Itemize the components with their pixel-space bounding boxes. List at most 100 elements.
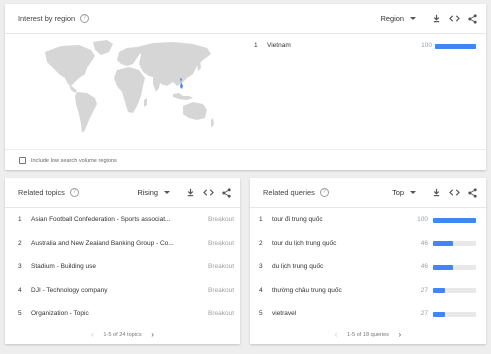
- topic-label: Australia and New Zealand Banking Group …: [31, 239, 174, 247]
- related-queries-card: Related queries ? Top 1 tour đi trung qu…: [250, 178, 486, 344]
- query-label: tour đi trung quốc: [272, 216, 323, 223]
- topic-row[interactable]: 2 Australia and New Zealand Banking Grou…: [5, 232, 240, 256]
- map-south-america: [75, 92, 97, 133]
- topic-breakout: Breakout: [208, 310, 235, 317]
- topic-row[interactable]: 3 Stadium - Building use Breakout: [5, 255, 240, 279]
- query-row[interactable]: 5 vietravel 27: [250, 302, 486, 326]
- query-bar-track: [433, 264, 476, 270]
- interest-by-region-header: Interest by region ? Region: [5, 4, 486, 34]
- query-label: tour du lịch trung quốc: [272, 239, 337, 247]
- query-value: 46: [420, 263, 428, 270]
- query-rank: 2: [259, 239, 263, 247]
- query-row[interactable]: 3 du lịch trung quốc 46: [250, 255, 486, 279]
- topic-label: Stadium - Building use: [31, 263, 97, 270]
- related-topics-card: Related topics ? Rising 1 Asian Football…: [5, 178, 240, 344]
- chevron-left-icon[interactable]: ‹: [91, 330, 94, 339]
- queries-sort-dropdown[interactable]: Top: [392, 188, 416, 197]
- region-resolution-dropdown[interactable]: Region: [381, 14, 416, 23]
- topic-rank: 5: [18, 310, 22, 317]
- chevron-down-icon: [164, 191, 170, 194]
- region-name: Vietnam: [267, 42, 291, 49]
- topic-rank: 1: [18, 216, 22, 223]
- related-topics-title: Related topics: [18, 188, 65, 197]
- query-rank: 5: [259, 310, 263, 317]
- query-bar-track: [433, 288, 476, 293]
- query-bar-track: [433, 217, 476, 223]
- topic-label: Organization - Topic: [31, 310, 89, 317]
- region-row[interactable]: 1 Vietnam 100: [254, 34, 486, 58]
- chevron-left-icon[interactable]: ‹: [335, 330, 338, 339]
- map-central-america: [69, 85, 77, 93]
- query-value: 100: [417, 216, 428, 223]
- queries-dropdown-value: Top: [392, 188, 404, 197]
- query-bar-fill: [433, 311, 445, 317]
- topics-pager: ‹ 1-5 of 24 topics ›: [5, 330, 240, 339]
- region-divider: [5, 149, 486, 150]
- related-queries-title: Related queries: [263, 188, 315, 197]
- query-bar-fill: [433, 241, 453, 246]
- related-topics-header: Related topics ? Rising: [5, 178, 240, 208]
- map-greenland: [93, 40, 113, 55]
- download-icon[interactable]: [184, 187, 196, 199]
- region-dropdown-value: Region: [380, 14, 404, 23]
- region-value: 100: [421, 42, 432, 49]
- query-bar-track: [433, 311, 476, 317]
- topic-row[interactable]: 4 DJI - Technology company Breakout: [5, 279, 240, 303]
- query-rank: 3: [259, 263, 263, 270]
- query-value: 27: [420, 310, 428, 317]
- query-row[interactable]: 4 thường châu trung quốc 27: [250, 279, 486, 303]
- topics-pager-text: 1-5 of 24 topics: [103, 331, 142, 338]
- queries-pager: ‹ 1-5 of 18 queries ›: [250, 330, 486, 339]
- query-row[interactable]: 1 tour đi trung quốc 100: [250, 208, 486, 232]
- map-north-america: [45, 45, 95, 86]
- embed-code-icon[interactable]: [448, 13, 460, 25]
- query-rank: 4: [259, 286, 263, 294]
- query-label: thường châu trung quốc: [272, 286, 342, 294]
- query-label: vietravel: [272, 310, 297, 317]
- download-icon[interactable]: [430, 187, 442, 199]
- topic-label: Asian Football Confederation - Sports as…: [31, 216, 171, 223]
- help-circle-icon[interactable]: ?: [319, 188, 329, 197]
- embed-code-icon[interactable]: [448, 187, 460, 199]
- interest-by-region-card: Interest by region ? Region 1 Vietnam 10…: [5, 4, 486, 170]
- map-indonesia: [173, 93, 193, 100]
- embed-code-icon[interactable]: [202, 187, 214, 199]
- topics-dropdown-value: Rising: [137, 188, 158, 197]
- chevron-down-icon: [410, 191, 416, 194]
- related-queries-header: Related queries ? Top: [250, 178, 486, 208]
- help-circle-icon[interactable]: ?: [80, 14, 90, 23]
- region-bar-track: [435, 43, 476, 49]
- share-icon[interactable]: [220, 187, 232, 199]
- topic-rank: 3: [18, 263, 22, 270]
- topic-rank: 4: [18, 286, 22, 294]
- query-rank: 1: [259, 216, 263, 223]
- queries-pager-text: 1-5 of 18 queries: [347, 331, 389, 338]
- world-map: [45, 40, 214, 133]
- chevron-down-icon: [410, 17, 416, 20]
- low-volume-checkbox-label: Include low search volume regions: [31, 158, 117, 164]
- chevron-right-icon[interactable]: ›: [151, 330, 154, 339]
- topics-sort-dropdown[interactable]: Rising: [137, 188, 170, 197]
- download-icon[interactable]: [430, 13, 442, 25]
- map-africa: [114, 67, 145, 113]
- help-circle-icon[interactable]: ?: [69, 188, 79, 197]
- map-europe: [117, 47, 141, 66]
- map-australia: [183, 102, 207, 120]
- query-bar-track: [433, 241, 476, 246]
- topic-breakout: Breakout: [208, 286, 235, 294]
- low-volume-checkbox[interactable]: [19, 157, 26, 164]
- query-bar-fill: [433, 264, 453, 270]
- region-rank: 1: [254, 42, 258, 49]
- topic-row[interactable]: 1 Asian Football Confederation - Sports …: [5, 208, 240, 232]
- query-value: 46: [420, 239, 428, 247]
- share-icon[interactable]: [466, 13, 478, 25]
- query-label: du lịch trung quốc: [272, 263, 324, 270]
- query-row[interactable]: 2 tour du lịch trung quốc 46: [250, 232, 486, 256]
- chevron-right-icon[interactable]: ›: [399, 330, 402, 339]
- interest-by-region-title: Interest by region: [18, 14, 76, 23]
- topic-rank: 2: [18, 239, 22, 247]
- topic-row[interactable]: 5 Organization - Topic Breakout: [5, 302, 240, 326]
- region-bar-fill: [435, 43, 476, 49]
- share-icon[interactable]: [466, 187, 478, 199]
- map-india: [153, 76, 161, 92]
